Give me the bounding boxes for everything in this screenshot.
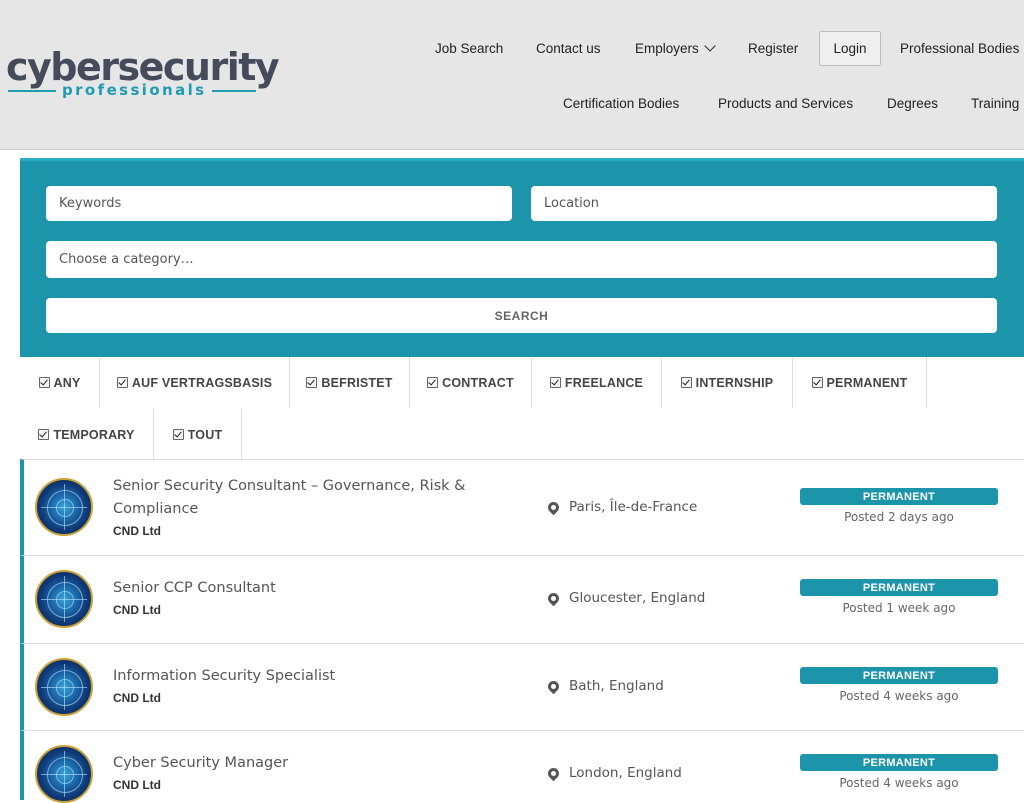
filter-befristet[interactable]: BEFRISTET bbox=[290, 357, 410, 408]
job-title[interactable]: Information Security Specialist bbox=[113, 665, 503, 688]
posted-date: Posted 4 weeks ago bbox=[839, 689, 959, 703]
filter-tout[interactable]: TOUT bbox=[154, 409, 242, 460]
company-logo bbox=[35, 570, 93, 628]
job-listing[interactable]: Senior CCP Consultant CND Ltd Gloucester… bbox=[20, 555, 1024, 643]
filter-any[interactable]: ANY bbox=[20, 357, 100, 408]
checkbox-checked-icon bbox=[172, 429, 184, 440]
nav-certification-bodies[interactable]: Certification Bodies bbox=[563, 95, 679, 113]
category-select[interactable]: Choose a category… bbox=[46, 241, 997, 278]
logo-line-right bbox=[212, 90, 256, 92]
checkbox-checked-icon bbox=[680, 377, 692, 388]
posted-date: Posted 2 days ago bbox=[844, 510, 954, 524]
job-listing[interactable]: Senior Security Consultant – Governance,… bbox=[20, 459, 1024, 555]
posted-date: Posted 1 week ago bbox=[842, 601, 956, 615]
company-logo bbox=[35, 658, 93, 716]
nav-professional-bodies[interactable]: Professional Bodies bbox=[900, 40, 1019, 58]
nav-products-services[interactable]: Products and Services bbox=[718, 95, 853, 113]
nav-register[interactable]: Register bbox=[748, 40, 798, 58]
job-type-badge: PERMANENT bbox=[800, 754, 998, 771]
map-pin-icon bbox=[545, 499, 562, 515]
job-listing[interactable]: Information Security Specialist CND Ltd … bbox=[20, 643, 1024, 730]
company-name: CND Ltd bbox=[113, 524, 161, 538]
filter-label: ANY bbox=[53, 375, 81, 390]
job-title[interactable]: Cyber Security Manager bbox=[113, 752, 503, 775]
job-type-filters: ANY AUF VERTRAGSBASIS BEFRISTET CONTRACT… bbox=[20, 357, 1024, 461]
company-name: CND Ltd bbox=[113, 603, 161, 617]
filter-label: INTERNSHIP bbox=[695, 375, 774, 390]
company-logo bbox=[35, 478, 93, 536]
checkbox-checked-icon bbox=[116, 377, 128, 388]
map-pin-icon bbox=[545, 678, 562, 694]
nav-contact-us[interactable]: Contact us bbox=[536, 40, 601, 58]
keywords-input[interactable]: Keywords bbox=[46, 186, 512, 221]
location-text: Paris, Île-de-France bbox=[569, 499, 698, 515]
map-pin-icon bbox=[545, 765, 562, 781]
company-name: CND Ltd bbox=[113, 691, 161, 705]
filter-label: PERMANENT bbox=[826, 375, 908, 390]
filter-label: FREELANCE bbox=[564, 375, 644, 390]
filter-label: TOUT bbox=[187, 427, 223, 442]
location-text: London, England bbox=[569, 765, 682, 781]
nav-employers[interactable]: Employers bbox=[635, 40, 716, 58]
logo-sub-row: professionals bbox=[8, 80, 256, 100]
company-logo bbox=[35, 745, 93, 803]
nav-job-search[interactable]: Job Search bbox=[435, 40, 503, 58]
filter-freelance[interactable]: FREELANCE bbox=[532, 357, 662, 408]
site-header: cybersecurity professionals Job Search C… bbox=[0, 0, 1024, 150]
location-text: Gloucester, England bbox=[569, 590, 706, 606]
checkbox-checked-icon bbox=[811, 377, 823, 388]
job-listing[interactable]: Cyber Security Manager CND Ltd London, E… bbox=[20, 730, 1024, 803]
job-location: Paris, Île-de-France bbox=[545, 499, 698, 515]
site-logo[interactable]: cybersecurity professionals bbox=[6, 44, 280, 104]
search-button[interactable]: SEARCH bbox=[46, 298, 997, 333]
checkbox-checked-icon bbox=[306, 377, 318, 388]
chevron-down-icon bbox=[704, 40, 716, 52]
location-input[interactable]: Location bbox=[531, 186, 997, 221]
filter-contract[interactable]: CONTRACT bbox=[410, 357, 532, 408]
checkbox-checked-icon bbox=[549, 377, 561, 388]
filter-label: AUF VERTRAGSBASIS bbox=[131, 375, 273, 390]
checkbox-checked-icon bbox=[427, 377, 439, 388]
job-title[interactable]: Senior CCP Consultant bbox=[113, 577, 503, 600]
posted-date: Posted 4 weeks ago bbox=[839, 776, 959, 790]
nav-degrees[interactable]: Degrees bbox=[887, 95, 938, 113]
checkbox-checked-icon bbox=[38, 377, 50, 388]
job-type-badge: PERMANENT bbox=[800, 488, 998, 505]
company-name: CND Ltd bbox=[113, 778, 161, 792]
job-location: Gloucester, England bbox=[545, 590, 706, 606]
nav-training[interactable]: Training bbox=[971, 95, 1019, 113]
logo-sub-text: professionals bbox=[62, 81, 207, 99]
filter-label: BEFRISTET bbox=[321, 375, 393, 390]
checkbox-checked-icon bbox=[38, 429, 50, 440]
filter-auf-vertragsbasis[interactable]: AUF VERTRAGSBASIS bbox=[100, 357, 290, 408]
job-type-badge: PERMANENT bbox=[800, 667, 998, 684]
filter-temporary[interactable]: TEMPORARY bbox=[20, 409, 154, 460]
filter-permanent[interactable]: PERMANENT bbox=[793, 357, 927, 408]
filter-label: TEMPORARY bbox=[53, 427, 135, 442]
job-title[interactable]: Senior Security Consultant – Governance,… bbox=[113, 475, 503, 521]
job-location: Bath, England bbox=[545, 678, 664, 694]
job-location: London, England bbox=[545, 765, 682, 781]
location-text: Bath, England bbox=[569, 678, 664, 694]
job-search-panel: Keywords Location Choose a category… SEA… bbox=[20, 158, 1024, 357]
filter-internship[interactable]: INTERNSHIP bbox=[662, 357, 793, 408]
logo-line-left bbox=[8, 90, 56, 92]
map-pin-icon bbox=[545, 590, 562, 606]
login-button[interactable]: Login bbox=[819, 31, 881, 66]
job-type-badge: PERMANENT bbox=[800, 579, 998, 596]
filter-label: CONTRACT bbox=[442, 375, 514, 390]
nav-employers-label: Employers bbox=[635, 41, 699, 56]
